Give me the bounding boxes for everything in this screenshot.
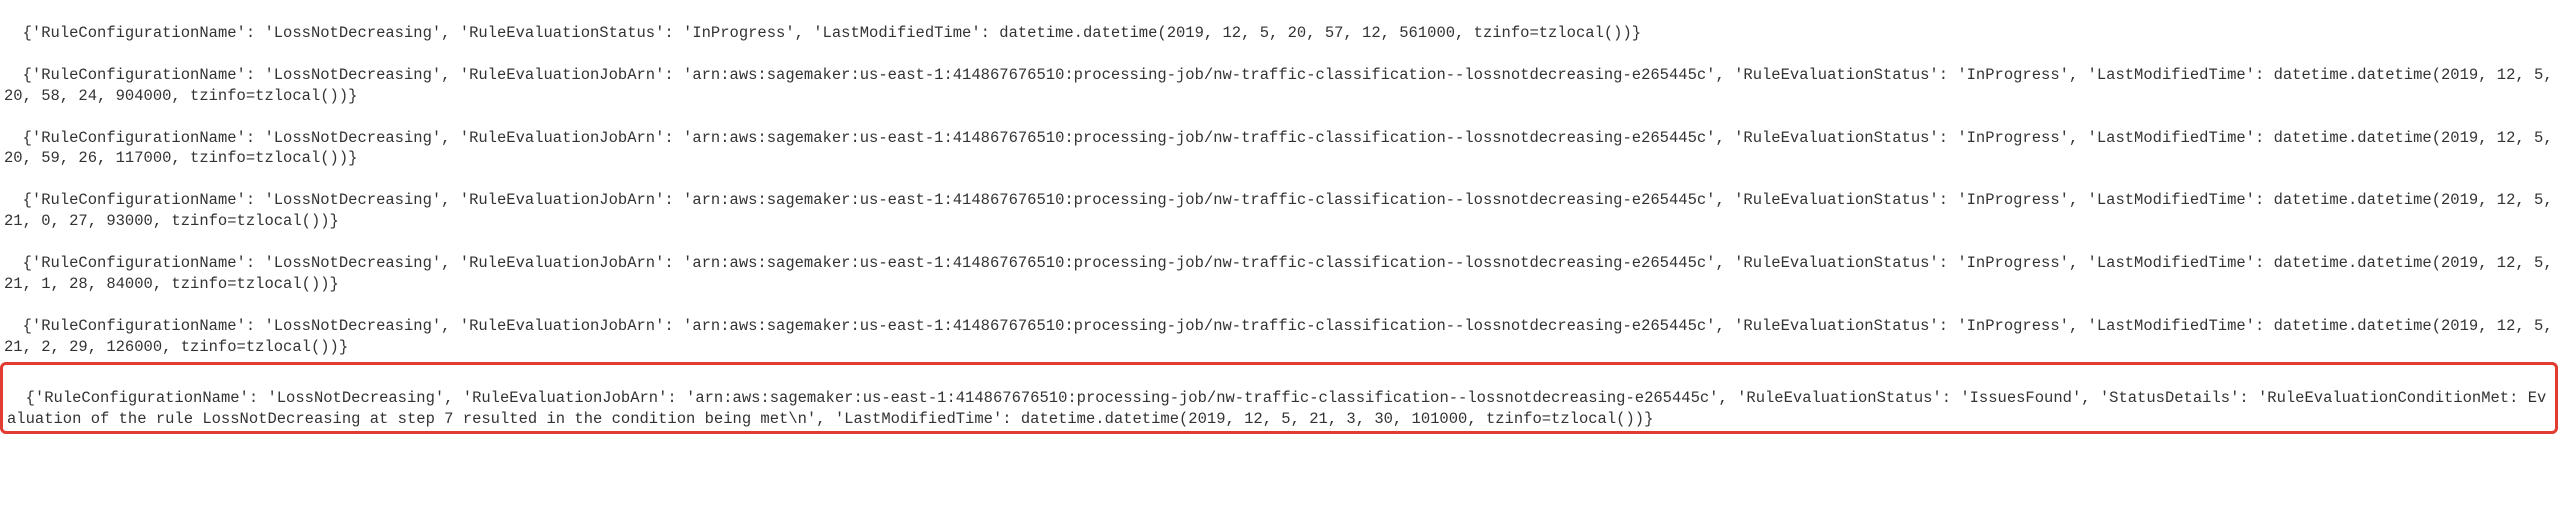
log-line: {'RuleConfigurationName': 'LossNotDecrea… [4,191,2558,230]
log-line: {'RuleConfigurationName': 'LossNotDecrea… [4,66,2558,105]
log-line: {'RuleConfigurationName': 'LossNotDecrea… [4,317,2558,356]
log-line: {'RuleConfigurationName': 'LossNotDecrea… [4,129,2558,168]
console-output: {'RuleConfigurationName': 'LossNotDecrea… [0,0,2558,360]
log-line: {'RuleConfigurationName': 'LossNotDecrea… [23,24,1641,42]
log-line-issues-found: {'RuleConfigurationName': 'LossNotDecrea… [7,389,2546,428]
log-line: {'RuleConfigurationName': 'LossNotDecrea… [4,254,2558,293]
highlighted-log-line: {'RuleConfigurationName': 'LossNotDecrea… [0,362,2558,435]
